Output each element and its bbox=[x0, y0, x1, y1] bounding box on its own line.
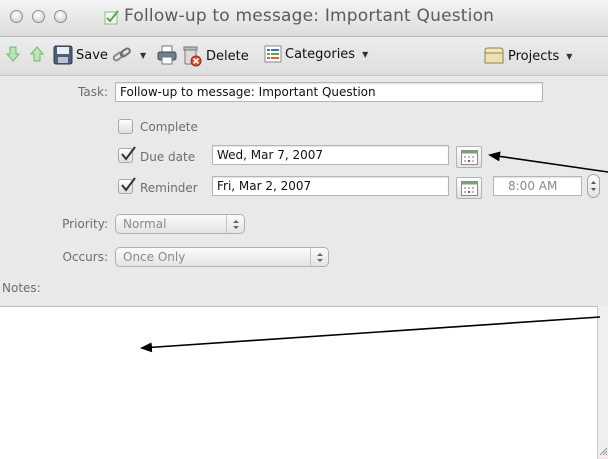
notes-label: Notes: bbox=[2, 281, 41, 295]
window-title: Follow-up to message: Important Question bbox=[124, 6, 495, 26]
reminder-label: Reminder bbox=[140, 181, 198, 195]
save-button[interactable]: Save bbox=[53, 45, 108, 65]
minimize-window-button[interactable] bbox=[32, 10, 45, 23]
task-window: Follow-up to message: Important Question… bbox=[0, 0, 608, 459]
resize-grip-icon bbox=[599, 447, 608, 456]
occurs-value: Once Only bbox=[123, 250, 186, 264]
close-window-button[interactable] bbox=[10, 10, 23, 23]
toolbar: Save ▼ Delete Categories ▼ Projects ▼ bbox=[0, 37, 608, 76]
calendar-icon bbox=[461, 181, 478, 196]
task-checkbox-icon bbox=[104, 9, 120, 25]
complete-label: Complete bbox=[140, 120, 198, 134]
notes-scrollbar[interactable] bbox=[597, 306, 608, 458]
reminder-time-stepper[interactable] bbox=[587, 174, 600, 198]
zoom-window-button[interactable] bbox=[54, 10, 67, 23]
categories-button[interactable]: Categories ▼ bbox=[264, 45, 368, 63]
delete-button[interactable]: Delete bbox=[181, 45, 249, 67]
print-button[interactable] bbox=[156, 45, 178, 65]
priority-popup[interactable]: Normal bbox=[115, 214, 245, 234]
notes-textarea[interactable] bbox=[0, 306, 597, 459]
link-chain-icon bbox=[112, 47, 131, 62]
projects-button[interactable]: Projects ▼ bbox=[483, 45, 572, 67]
occurs-label: Occurs: bbox=[62, 250, 108, 264]
due-date-field[interactable]: Wed, Mar 7, 2007 bbox=[212, 145, 449, 165]
calendar-icon bbox=[461, 150, 478, 165]
reminder-time-field[interactable]: 8:00 AM bbox=[493, 176, 582, 196]
link-button[interactable]: ▼ bbox=[111, 45, 146, 65]
due-date-label: Due date bbox=[140, 150, 196, 164]
delete-trash-icon bbox=[183, 46, 202, 67]
categories-dropdown-caret[interactable]: ▼ bbox=[362, 50, 368, 59]
occurs-popup[interactable]: Once Only bbox=[115, 247, 329, 267]
previous-item-button[interactable] bbox=[30, 46, 44, 62]
checkmark-icon bbox=[121, 177, 136, 192]
delete-label: Delete bbox=[206, 48, 249, 64]
task-field[interactable]: Follow-up to message: Important Question bbox=[115, 82, 543, 102]
updown-arrows-icon bbox=[226, 215, 244, 233]
projects-dropdown-caret[interactable]: ▼ bbox=[566, 52, 572, 61]
up-arrow-icon bbox=[30, 46, 44, 62]
updown-arrows-icon bbox=[310, 248, 328, 266]
projects-folder-icon bbox=[484, 47, 504, 64]
priority-label: Priority: bbox=[62, 217, 108, 231]
reminder-checkbox[interactable] bbox=[118, 177, 136, 194]
reminder-date-field[interactable]: Fri, Mar 2, 2007 bbox=[212, 176, 449, 196]
task-label: Task: bbox=[78, 85, 108, 99]
next-item-button[interactable] bbox=[6, 46, 20, 62]
categories-label: Categories bbox=[285, 46, 356, 62]
title-bar[interactable]: Follow-up to message: Important Question bbox=[0, 0, 608, 37]
due-date-calendar-button[interactable] bbox=[456, 146, 482, 168]
reminder-calendar-button[interactable] bbox=[456, 177, 482, 199]
checkmark-icon bbox=[121, 146, 136, 161]
down-arrow-icon bbox=[6, 46, 20, 62]
complete-checkbox[interactable] bbox=[118, 119, 133, 134]
printer-icon bbox=[157, 45, 177, 65]
stepper-arrows-icon bbox=[591, 181, 596, 191]
due-date-checkbox[interactable] bbox=[118, 146, 136, 163]
projects-label: Projects bbox=[508, 48, 560, 64]
save-label: Save bbox=[76, 47, 108, 63]
link-dropdown-caret[interactable]: ▼ bbox=[140, 51, 146, 60]
task-form: Task: Follow-up to message: Important Qu… bbox=[0, 76, 608, 301]
categories-icon bbox=[264, 45, 282, 63]
save-disk-icon bbox=[53, 45, 73, 65]
priority-value: Normal bbox=[123, 217, 167, 231]
